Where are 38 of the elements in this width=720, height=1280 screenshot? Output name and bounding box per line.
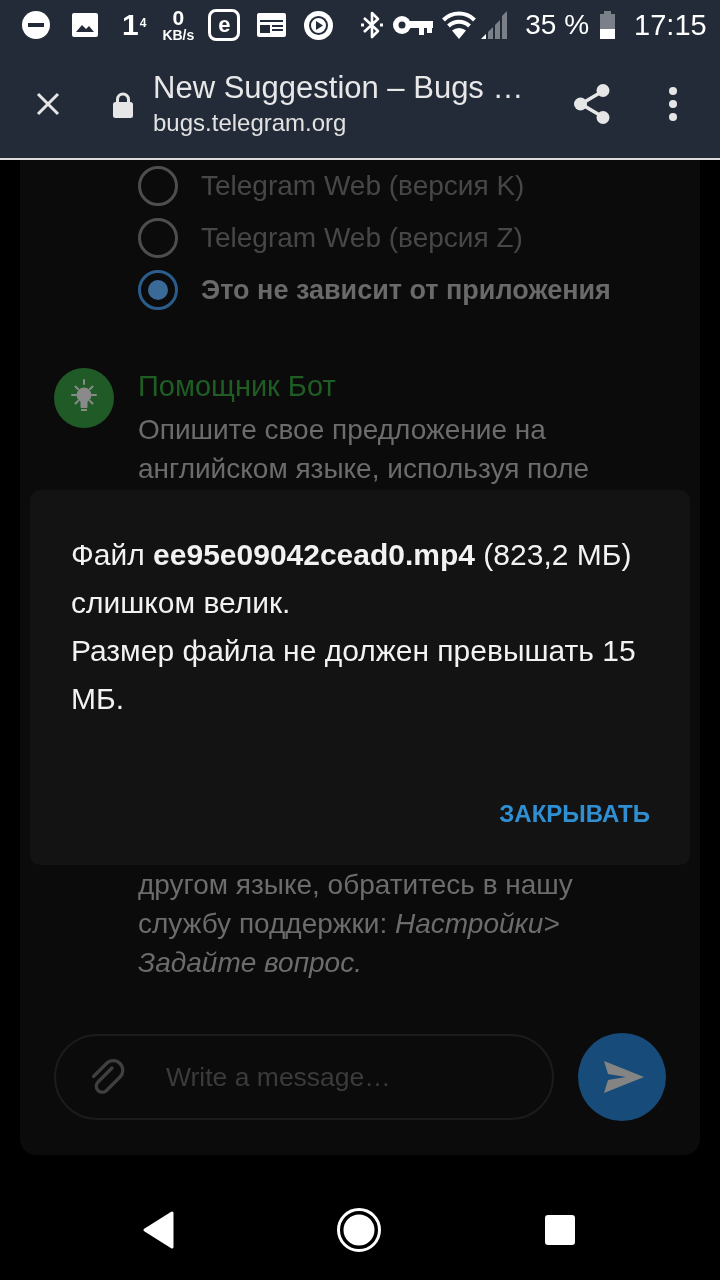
close-dialog-button[interactable]: ЗАКРЫВАТЬ xyxy=(493,789,650,839)
send-icon xyxy=(604,1061,644,1093)
radio-option[interactable]: Это не зависит от приложения xyxy=(138,264,611,316)
wifi-icon xyxy=(441,11,478,39)
play-circle-icon xyxy=(304,10,334,40)
home-icon xyxy=(337,1208,381,1252)
app-icon: e xyxy=(208,9,241,41)
more-icon xyxy=(669,87,677,121)
net-speed-unit: KB/s xyxy=(162,28,195,42)
net-speed-value: 0 xyxy=(172,8,185,28)
battery-icon xyxy=(600,11,616,39)
status-indicator: 1$^{4}$ xyxy=(122,8,147,42)
page-url: bugs.telegram.org xyxy=(153,108,348,138)
back-icon xyxy=(142,1211,174,1249)
radio-option[interactable]: Telegram Web (версия Z) xyxy=(138,212,523,264)
page-title: New Suggestion – Bugs … xyxy=(153,70,525,106)
lock-icon xyxy=(113,92,133,118)
close-icon xyxy=(36,92,60,116)
bot-message-text: другом языке, обратитесь в нашу службу поддержки: Настройки> Задайте вопрос. xyxy=(138,868,574,980)
dialog-message: Файл ee95e09042cead0.mp4 (823,2 МБ) слишком велик. xyxy=(71,537,633,621)
radio-button-icon[interactable] xyxy=(138,218,178,258)
clock: 17:15 xyxy=(634,8,707,42)
signal-icon xyxy=(481,11,508,39)
key-icon xyxy=(393,15,434,35)
do-not-disturb-icon xyxy=(22,11,50,39)
image-icon xyxy=(72,13,98,37)
radio-option[interactable]: Telegram Web (версия K) xyxy=(138,160,525,212)
share-icon xyxy=(574,84,610,124)
battery-percent: 35 % xyxy=(525,8,590,42)
bot-name: Помощник Бот xyxy=(138,370,336,402)
lightbulb-avatar-icon xyxy=(54,368,114,428)
radio-button-icon[interactable] xyxy=(138,270,178,310)
radio-button-icon[interactable] xyxy=(138,166,178,206)
dialog-message: Размер файла не должен превышать 15 МБ. xyxy=(71,633,637,717)
bot-message-text: Опишите свое предложение на английском языке, используя поле xyxy=(138,413,591,486)
bluetooth-icon xyxy=(361,10,384,40)
newspaper-icon xyxy=(257,13,287,37)
recent-apps-icon xyxy=(545,1215,575,1245)
